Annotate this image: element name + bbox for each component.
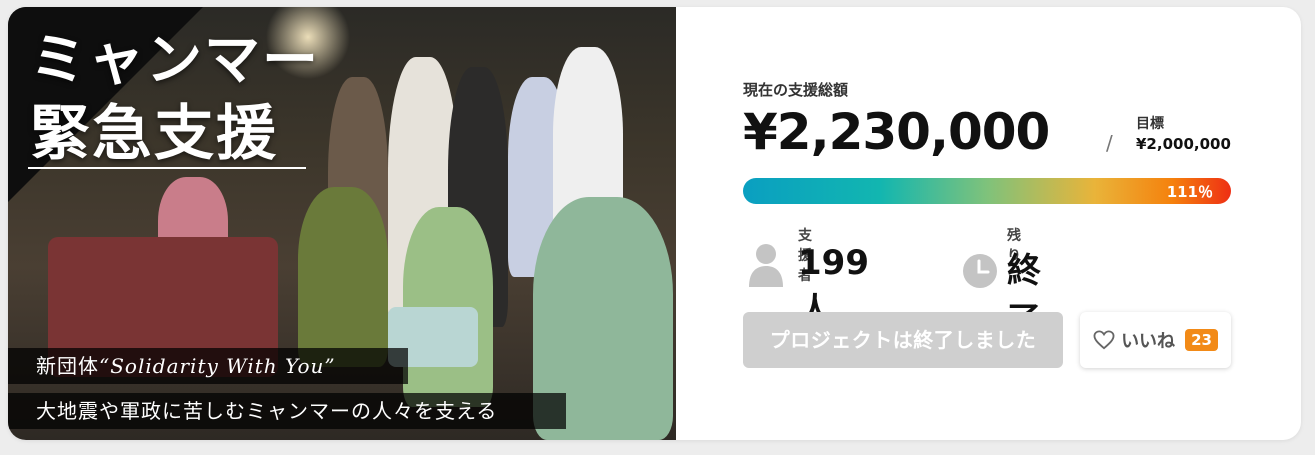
funding-panel: 現在の支援総額 ¥2,230,000 / 目標 ¥2,000,000 111％ …: [676, 7, 1301, 440]
project-card: ミャンマー 緊急支援 新団体“Solidarity With You” 大地震や…: [8, 7, 1301, 440]
hero-subtitle-description: 大地震や軍政に苦しむミャンマーの人々を支える: [8, 393, 566, 429]
user-icon: [749, 244, 783, 287]
crowd-figure: [298, 187, 388, 367]
like-count-badge: 23: [1185, 329, 1218, 351]
goal-amount: ¥2,000,000: [1136, 135, 1231, 153]
subtitle-prefix: 新団体: [36, 354, 99, 378]
progress-percent: 111％: [1166, 183, 1213, 201]
hero-image[interactable]: ミャンマー 緊急支援 新団体“Solidarity With You” 大地震や…: [8, 7, 676, 440]
hero-title-line2: 緊急支援: [30, 99, 278, 169]
total-label: 現在の支援総額: [743, 81, 849, 99]
like-label: いいね: [1121, 331, 1176, 352]
hero-subtitle-organization: 新団体“Solidarity With You”: [8, 348, 408, 384]
clock-icon: [963, 254, 997, 288]
total-amount: ¥2,230,000: [743, 103, 1050, 161]
hero-title-line1: ミャンマー: [30, 27, 320, 93]
goal-separator: /: [1106, 131, 1113, 155]
title-divider: [28, 167, 306, 169]
subtitle-organization-name: “Solidarity With You”: [99, 354, 336, 378]
project-ended-button[interactable]: プロジェクトは終了しました: [743, 312, 1063, 368]
like-button[interactable]: いいね 23: [1080, 312, 1231, 368]
progress-bar: 111％: [743, 178, 1231, 204]
goal-label: 目標: [1136, 116, 1164, 132]
heart-icon: [1093, 330, 1115, 350]
